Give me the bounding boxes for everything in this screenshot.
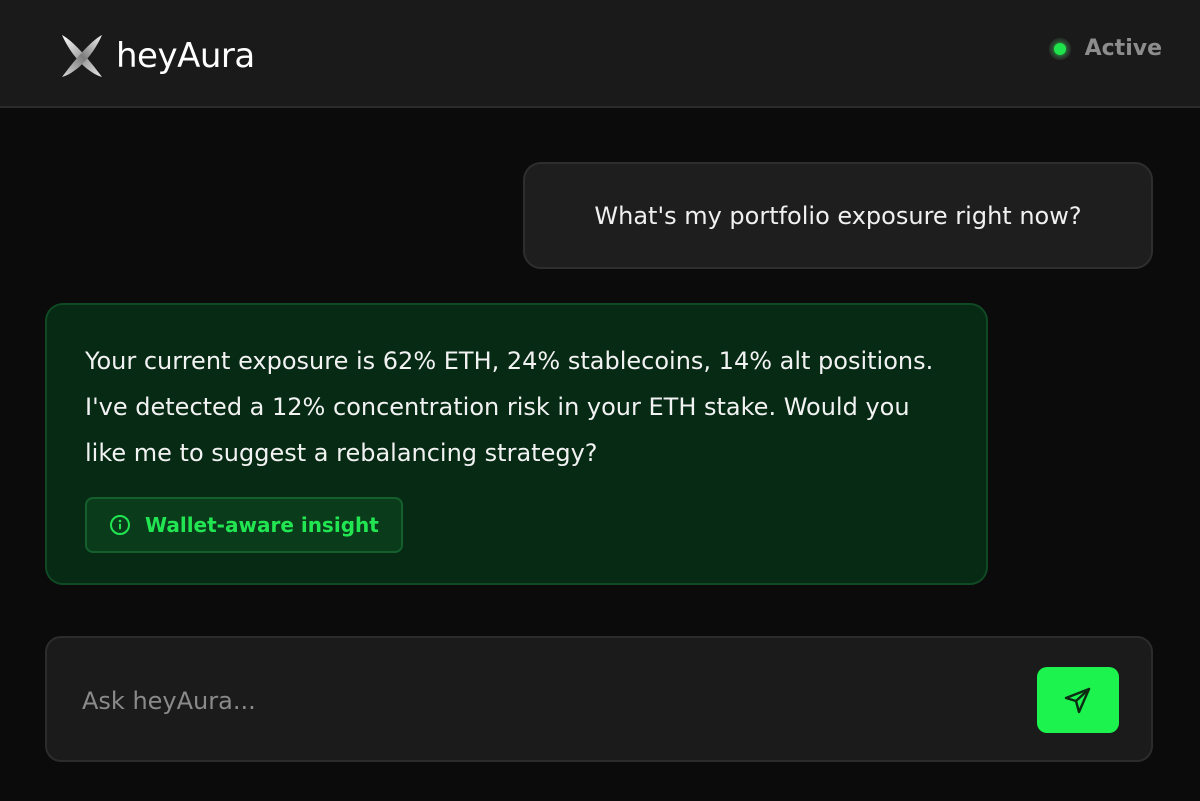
send-icon — [1064, 687, 1091, 714]
info-icon — [110, 515, 130, 535]
assistant-message-text: Your current exposure is 62% ETH, 24% st… — [85, 347, 934, 467]
wallet-insight-badge[interactable]: Wallet-aware insight — [85, 497, 403, 553]
user-message-text: What's my portfolio exposure right now? — [594, 201, 1082, 230]
ask-input[interactable] — [80, 678, 984, 724]
logo[interactable]: heyAura — [58, 32, 255, 80]
app-name: heyAura — [116, 36, 255, 76]
status-indicator: Active — [1048, 36, 1162, 61]
message-composer — [45, 636, 1153, 762]
send-button[interactable] — [1037, 667, 1119, 733]
status-dot-icon — [1048, 37, 1071, 60]
app-header: heyAura Active — [0, 0, 1200, 108]
status-label: Active — [1084, 36, 1162, 61]
aura-logo-icon — [62, 35, 102, 77]
assistant-message-bubble: Your current exposure is 62% ETH, 24% st… — [45, 303, 988, 585]
chat-app: heyAura Active What's my portfolio expos… — [0, 0, 1200, 801]
insight-label: Wallet-aware insight — [145, 513, 379, 537]
user-message-bubble: What's my portfolio exposure right now? — [523, 162, 1153, 269]
